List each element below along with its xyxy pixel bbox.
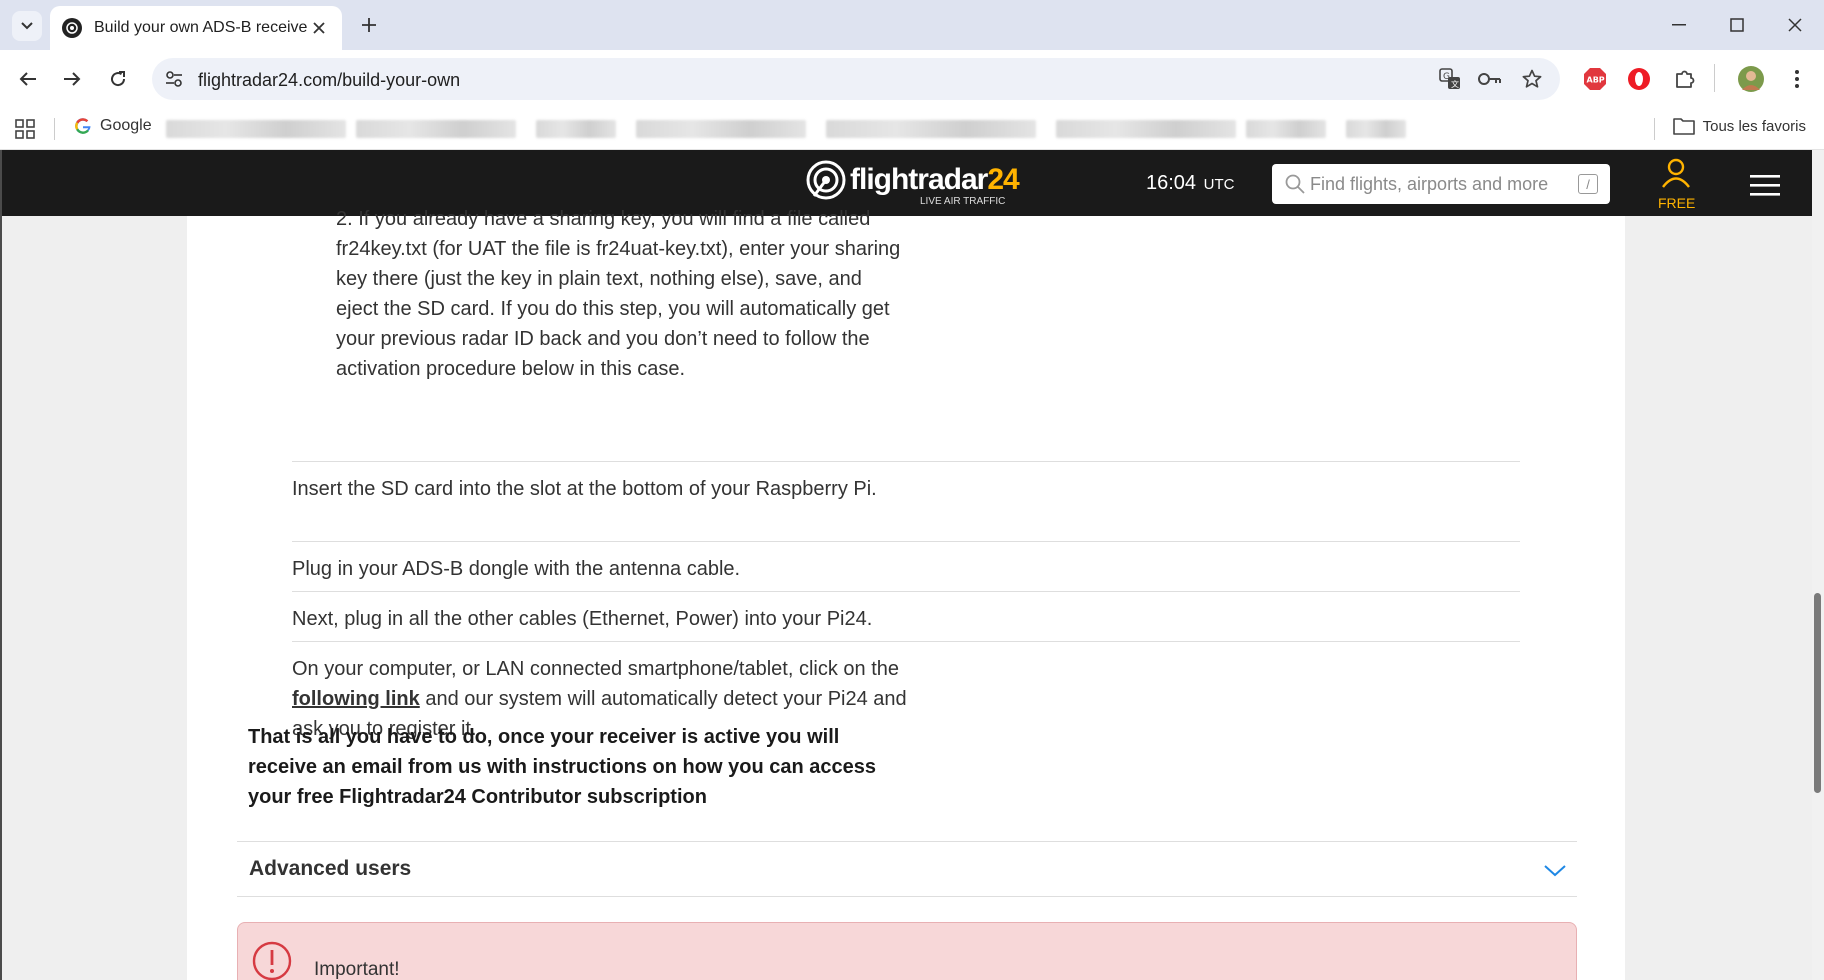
site-header: flightradar24 LIVE AIR TRAFFIC 16:04 UTC… [0,150,1812,216]
advanced-users-accordion[interactable]: Advanced users [237,841,1577,897]
forward-button[interactable] [56,63,88,95]
url-text[interactable]: flightradar24.com/build-your-own [198,70,460,91]
search-shortcut-badge: / [1578,174,1598,194]
opera-icon[interactable] [1626,66,1652,92]
bookmarks-bar: Google Tous les favoris [0,108,1824,150]
bookmark-blurred[interactable] [636,120,806,138]
logo-text: flightradar [850,163,988,196]
flightradar-favicon-icon [62,18,82,38]
final-note: That is all you have to do, once your re… [248,726,876,808]
kebab-menu-icon[interactable] [1784,66,1810,92]
list-item: Plug in your ADS-B dongle with the anten… [292,541,1520,591]
bookmarks-divider [54,118,55,140]
advanced-users-label: Advanced users [249,857,412,880]
search-input[interactable] [1310,170,1570,198]
clock-zone: UTC [1203,176,1235,193]
tab-title: Build your own ADS-B receiver [94,19,308,36]
translate-icon[interactable]: G文 [1438,68,1462,90]
bookmark-google[interactable]: Google [74,117,152,135]
back-button[interactable] [12,63,44,95]
folder-icon [1672,118,1695,135]
alert-circle-icon [252,941,292,980]
bookmark-blurred[interactable] [826,120,1036,138]
main-content: 2. If you already have a sharing key, yo… [187,208,1625,980]
user-plan-label: FREE [1658,195,1696,211]
address-bar[interactable]: flightradar24.com/build-your-own G文 [152,58,1560,100]
svg-text:ABP: ABP [1587,76,1605,85]
page-viewport: flightradar24 LIVE AIR TRAFFIC 16:04 UTC… [0,150,1824,980]
list-item: Insert the SD card into the slot at the … [292,461,1520,543]
new-tab-button[interactable] [354,10,384,40]
step-2-sharing-key-text: 2. If you already have a sharing key, yo… [336,208,901,380]
browser-toolbar: flightradar24.com/build-your-own G文 ABP [0,50,1824,108]
reload-button[interactable] [102,63,134,95]
bookmark-star-icon[interactable] [1520,68,1544,90]
bookmark-blurred[interactable] [1056,120,1236,138]
logo-tagline: LIVE AIR TRAFFIC [920,196,1006,207]
important-title: Important! [314,959,400,980]
list-item: Next, plug in all the other cables (Ethe… [292,591,1520,641]
bookmark-blurred[interactable] [536,120,616,138]
step-text: Insert the SD card into the slot at the … [292,478,877,500]
close-icon [1788,18,1802,32]
radar-logo-icon [806,160,846,200]
list-item: On your computer, or LAN connected smart… [292,641,1520,740]
adblock-plus-icon[interactable]: ABP [1582,66,1608,92]
step-text: Plug in your ADS-B dongle with the anten… [292,558,741,580]
tab-strip: Build your own ADS-B receiver [0,0,1824,50]
arrow-right-icon [64,72,81,86]
bookmark-blurred[interactable] [1246,120,1326,138]
scrollbar-track[interactable] [1812,150,1824,980]
chevron-down-icon [1544,865,1566,877]
window-edge [0,150,2,980]
scrollbar-thumb[interactable] [1814,593,1821,793]
chevron-down-icon [21,22,33,30]
bookmark-blurred[interactable] [166,120,346,138]
minimize-icon [1672,24,1686,26]
utc-clock: 16:04 UTC [1146,172,1234,195]
password-key-icon[interactable] [1478,68,1502,90]
bookmark-blurred[interactable] [1346,120,1406,138]
google-icon [75,118,91,134]
step-text-before-link: On your computer, or LAN connected smart… [292,658,899,680]
toolbar-divider [1714,64,1715,92]
maximize-icon [1730,18,1744,32]
step-text: Next, plug in all the other cables (Ethe… [292,608,873,630]
bookmark-blurred[interactable] [356,120,516,138]
user-account-button[interactable]: FREE [1658,158,1696,211]
svg-text:文: 文 [1451,79,1459,89]
clock-time: 16:04 [1146,172,1197,194]
hamburger-menu-icon[interactable] [1750,174,1780,196]
tab-search-button[interactable] [12,11,42,41]
logo-number: 24 [987,163,1019,196]
bookmark-google-label: Google [100,117,152,134]
bookmarks-divider [1654,118,1655,140]
puzzle-extensions-icon[interactable] [1672,66,1698,92]
minimize-button[interactable] [1656,8,1702,42]
site-logo[interactable]: flightradar24 [806,160,1020,200]
important-alert: Important! [237,922,1577,980]
user-icon [1662,158,1690,188]
flight-search-box[interactable]: / [1272,164,1610,204]
reload-icon [111,71,126,87]
registration-link[interactable]: following link [292,688,420,710]
plus-icon [362,18,376,32]
apps-grid-icon[interactable] [14,118,36,140]
search-icon [1285,174,1305,194]
all-bookmarks-folder[interactable]: Tous les favoris [1672,117,1806,135]
all-bookmarks-label: Tous les favoris [1702,117,1806,135]
close-window-button[interactable] [1772,8,1818,42]
tab-active[interactable]: Build your own ADS-B receiver [50,6,342,50]
maximize-button[interactable] [1714,8,1760,42]
profile-avatar[interactable] [1738,66,1764,92]
arrow-left-icon [19,72,36,86]
site-settings-icon[interactable] [164,69,184,89]
tab-close-icon[interactable] [308,17,330,39]
